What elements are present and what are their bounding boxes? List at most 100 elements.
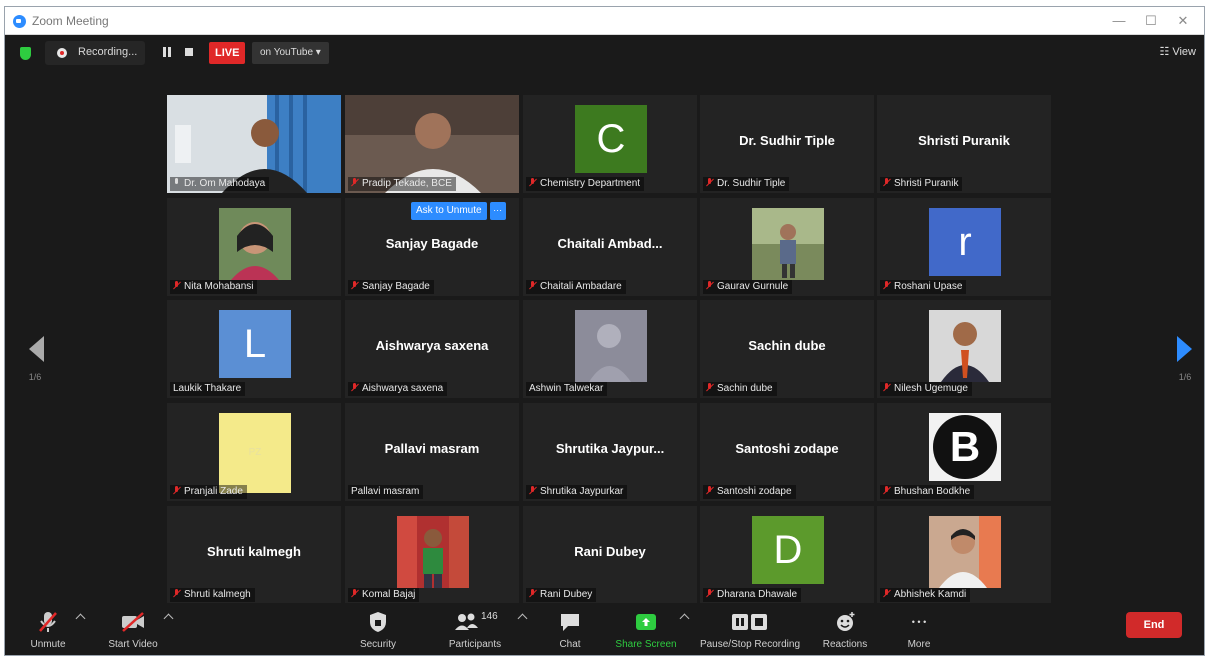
participant-tile[interactable]: Gaurav Gurnule: [700, 198, 874, 296]
participant-tile[interactable]: Shruti kalmegh Shruti kalmegh: [167, 506, 341, 604]
participants-caret-icon[interactable]: [517, 613, 528, 624]
participant-name-tag: Dr. Om Mahodaya: [170, 177, 270, 191]
participant-tile[interactable]: Dr. Sudhir Tiple Dr. Sudhir Tiple: [700, 95, 874, 193]
chat-button[interactable]: Chat: [550, 609, 590, 650]
participant-name: Shrutika Jaypurkar: [540, 486, 624, 497]
security-button[interactable]: Security: [355, 609, 401, 650]
more-button[interactable]: • • • More: [899, 609, 939, 650]
participant-name: Rani Dubey: [540, 589, 593, 600]
participant-tile[interactable]: Rani Dubey Rani Dubey: [523, 506, 697, 604]
muted-mic-icon: [351, 383, 359, 392]
recording-label: Recording...: [78, 46, 138, 58]
participant-name-tag: Santoshi zodape: [703, 485, 796, 499]
participant-tile[interactable]: r Roshani Upase: [877, 198, 1051, 296]
tile-more-options-button[interactable]: ···: [489, 202, 506, 220]
participant-tile[interactable]: L Laukik Thakare: [167, 300, 341, 398]
avatar-letter: B: [933, 415, 997, 479]
participant-name-tag: Roshani Upase: [880, 280, 967, 294]
participant-tile[interactable]: Nita Mohabansi: [167, 198, 341, 296]
participant-name-tag: Abhishek Kamdi: [880, 588, 971, 602]
participant-name-tag: Aishwarya saxena: [348, 382, 448, 396]
next-page-button[interactable]: 1/6: [1173, 336, 1197, 396]
share-options-caret-icon[interactable]: [679, 613, 690, 624]
chat-bubble-icon: [558, 609, 582, 635]
participant-photo: [929, 516, 1001, 588]
participants-icon: [455, 613, 478, 630]
participant-name-display: Shristi Puranik: [918, 133, 1010, 148]
participant-name: Nilesh Ugemuge: [894, 383, 968, 394]
muted-mic-icon: [529, 178, 537, 187]
participant-name-display: Santoshi zodape: [735, 441, 839, 456]
participant-tile[interactable]: Pradip Tekade, BCE: [345, 95, 519, 193]
participant-name: Pranjali Zade: [184, 486, 243, 497]
muted-mic-icon: [351, 589, 359, 598]
participant-photo: [752, 208, 824, 280]
pause-stop-recording-button[interactable]: Pause/Stop Recording: [695, 609, 805, 650]
participant-name: Sachin dube: [717, 383, 773, 394]
audio-options-caret-icon[interactable]: [75, 613, 86, 624]
start-video-label: Start Video: [108, 639, 158, 650]
participant-tile[interactable]: D Dharana Dhawale: [700, 506, 874, 604]
participant-name-display: Shrutika Jaypur...: [555, 441, 665, 456]
participant-name: Dr. Om Mahodaya: [184, 178, 266, 189]
close-button[interactable]: ✕: [1168, 11, 1198, 31]
chat-label: Chat: [559, 639, 581, 650]
participant-tile[interactable]: Sachin dube Sachin dube: [700, 300, 874, 398]
pause-stop-recording-label: Pause/Stop Recording: [699, 639, 801, 650]
participant-name-tag: Shrutika Jaypurkar: [526, 485, 628, 499]
participant-tile[interactable]: Sanjay Bagade Ask to Unmute ··· Sanjay Baga…: [345, 198, 519, 296]
participant-tile[interactable]: PZ Pranjali Zade: [167, 403, 341, 501]
video-options-caret-icon[interactable]: [163, 613, 174, 624]
participant-avatar: PZ: [219, 413, 291, 493]
stop-recording-icon[interactable]: [185, 48, 193, 56]
video-off-icon: [119, 609, 147, 635]
muted-microphone-icon: [35, 609, 61, 635]
previous-page-button[interactable]: 1/6: [23, 336, 47, 396]
participant-name-tag: Chaitali Ambadare: [526, 280, 626, 294]
participant-tile[interactable]: Chaitali Ambad... Chaitali Ambadare: [523, 198, 697, 296]
muted-mic-icon: [706, 589, 714, 598]
participant-name-tag: Pallavi masram: [348, 485, 424, 499]
participants-count: 146: [481, 611, 498, 622]
ask-to-unmute-button[interactable]: Ask to Unmute: [411, 202, 487, 220]
participant-tile[interactable]: Ashwin Talwekar: [523, 300, 697, 398]
participant-tile[interactable]: Dr. Om Mahodaya: [167, 95, 341, 193]
participant-name: Ashwin Talwekar: [529, 383, 604, 394]
end-meeting-button[interactable]: End: [1126, 612, 1182, 638]
participant-tile[interactable]: Shrutika Jaypur... Shrutika Jaypurkar: [523, 403, 697, 501]
maximize-button[interactable]: ☐: [1136, 11, 1166, 31]
pause-recording-icon[interactable]: [163, 47, 171, 57]
participant-tile[interactable]: Nilesh Ugemuge: [877, 300, 1051, 398]
participant-name: Bhushan Bodkhe: [894, 486, 971, 497]
zoom-window: Zoom Meeting — ☐ ✕ Recording... LIVE on …: [4, 6, 1205, 656]
zoom-app-icon: [13, 15, 26, 28]
muted-mic-icon: [706, 383, 714, 392]
view-button[interactable]: ☷ View: [1159, 45, 1196, 58]
participant-tile[interactable]: B Bhushan Bodkhe: [877, 403, 1051, 501]
participant-tile[interactable]: Abhishek Kamdi: [877, 506, 1051, 604]
start-video-button[interactable]: Start Video: [103, 609, 163, 650]
participant-tile[interactable]: Pallavi masram Pallavi masram: [345, 403, 519, 501]
participant-tile[interactable]: Santoshi zodape Santoshi zodape: [700, 403, 874, 501]
share-screen-button[interactable]: Share Screen: [613, 609, 679, 650]
participant-name: Dr. Sudhir Tiple: [717, 178, 786, 189]
participant-name-display: Pallavi masram: [384, 441, 480, 456]
live-destination-dropdown[interactable]: on YouTube ▾: [252, 42, 329, 64]
participant-tile[interactable]: Shristi Puranik Shristi Puranik: [877, 95, 1051, 193]
muted-mic-icon: [883, 589, 891, 598]
muted-mic-icon: [173, 281, 181, 290]
participant-avatar: D: [752, 516, 824, 584]
unmute-button[interactable]: Unmute: [23, 609, 73, 650]
participant-tile[interactable]: Komal Bajaj: [345, 506, 519, 604]
participant-tile[interactable]: C Chemistry Department: [523, 95, 697, 193]
encryption-shield-icon[interactable]: [20, 47, 31, 60]
participants-button[interactable]: 146 Participants: [443, 609, 507, 650]
muted-mic-icon: [706, 281, 714, 290]
participant-tile[interactable]: Aishwarya saxena Aishwarya saxena: [345, 300, 519, 398]
reactions-button[interactable]: Reactions: [817, 609, 873, 650]
participant-photo: [397, 516, 469, 588]
minimize-button[interactable]: —: [1104, 11, 1134, 31]
muted-mic-icon: [883, 383, 891, 392]
meeting-top-bar: Recording... LIVE on YouTube ▾ ☷ View: [5, 35, 1204, 71]
participant-name: Aishwarya saxena: [362, 383, 444, 394]
